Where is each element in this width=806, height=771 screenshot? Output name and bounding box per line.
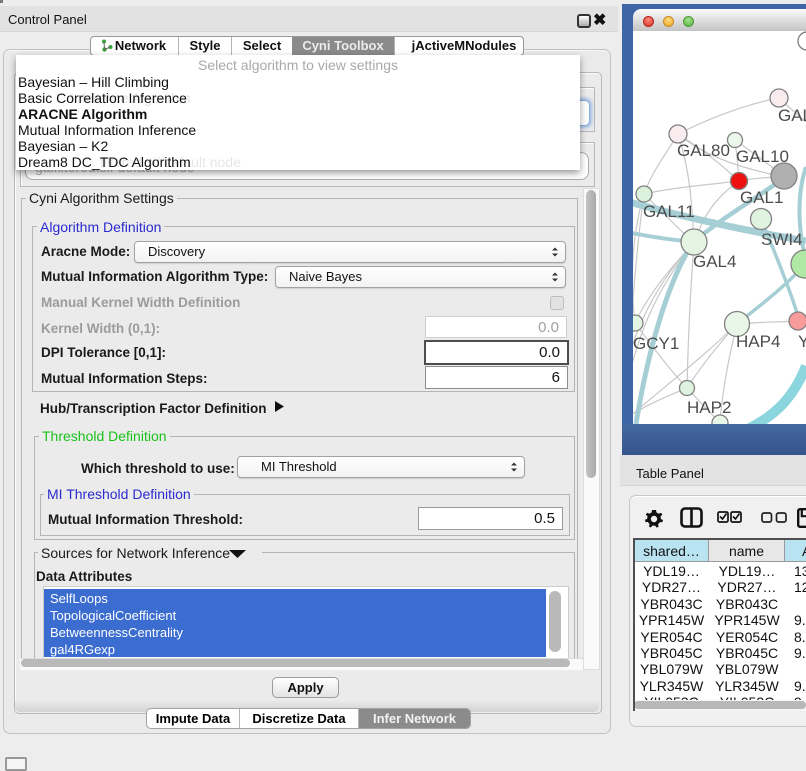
svg-text:Y: Y	[798, 332, 806, 351]
svg-text:GAL1: GAL1	[740, 188, 783, 207]
svg-text:GAL: GAL	[778, 106, 806, 125]
svg-text:GAL80: GAL80	[677, 141, 730, 160]
svg-text:GCY1: GCY1	[633, 334, 679, 353]
svg-text:SWI4: SWI4	[761, 230, 803, 249]
svg-text:HAP2: HAP2	[687, 398, 731, 417]
svg-text:GAL4: GAL4	[693, 252, 736, 271]
svg-text:GAL11: GAL11	[643, 202, 695, 221]
svg-text:HAP4: HAP4	[736, 332, 780, 351]
svg-text:GAL10: GAL10	[736, 147, 789, 166]
